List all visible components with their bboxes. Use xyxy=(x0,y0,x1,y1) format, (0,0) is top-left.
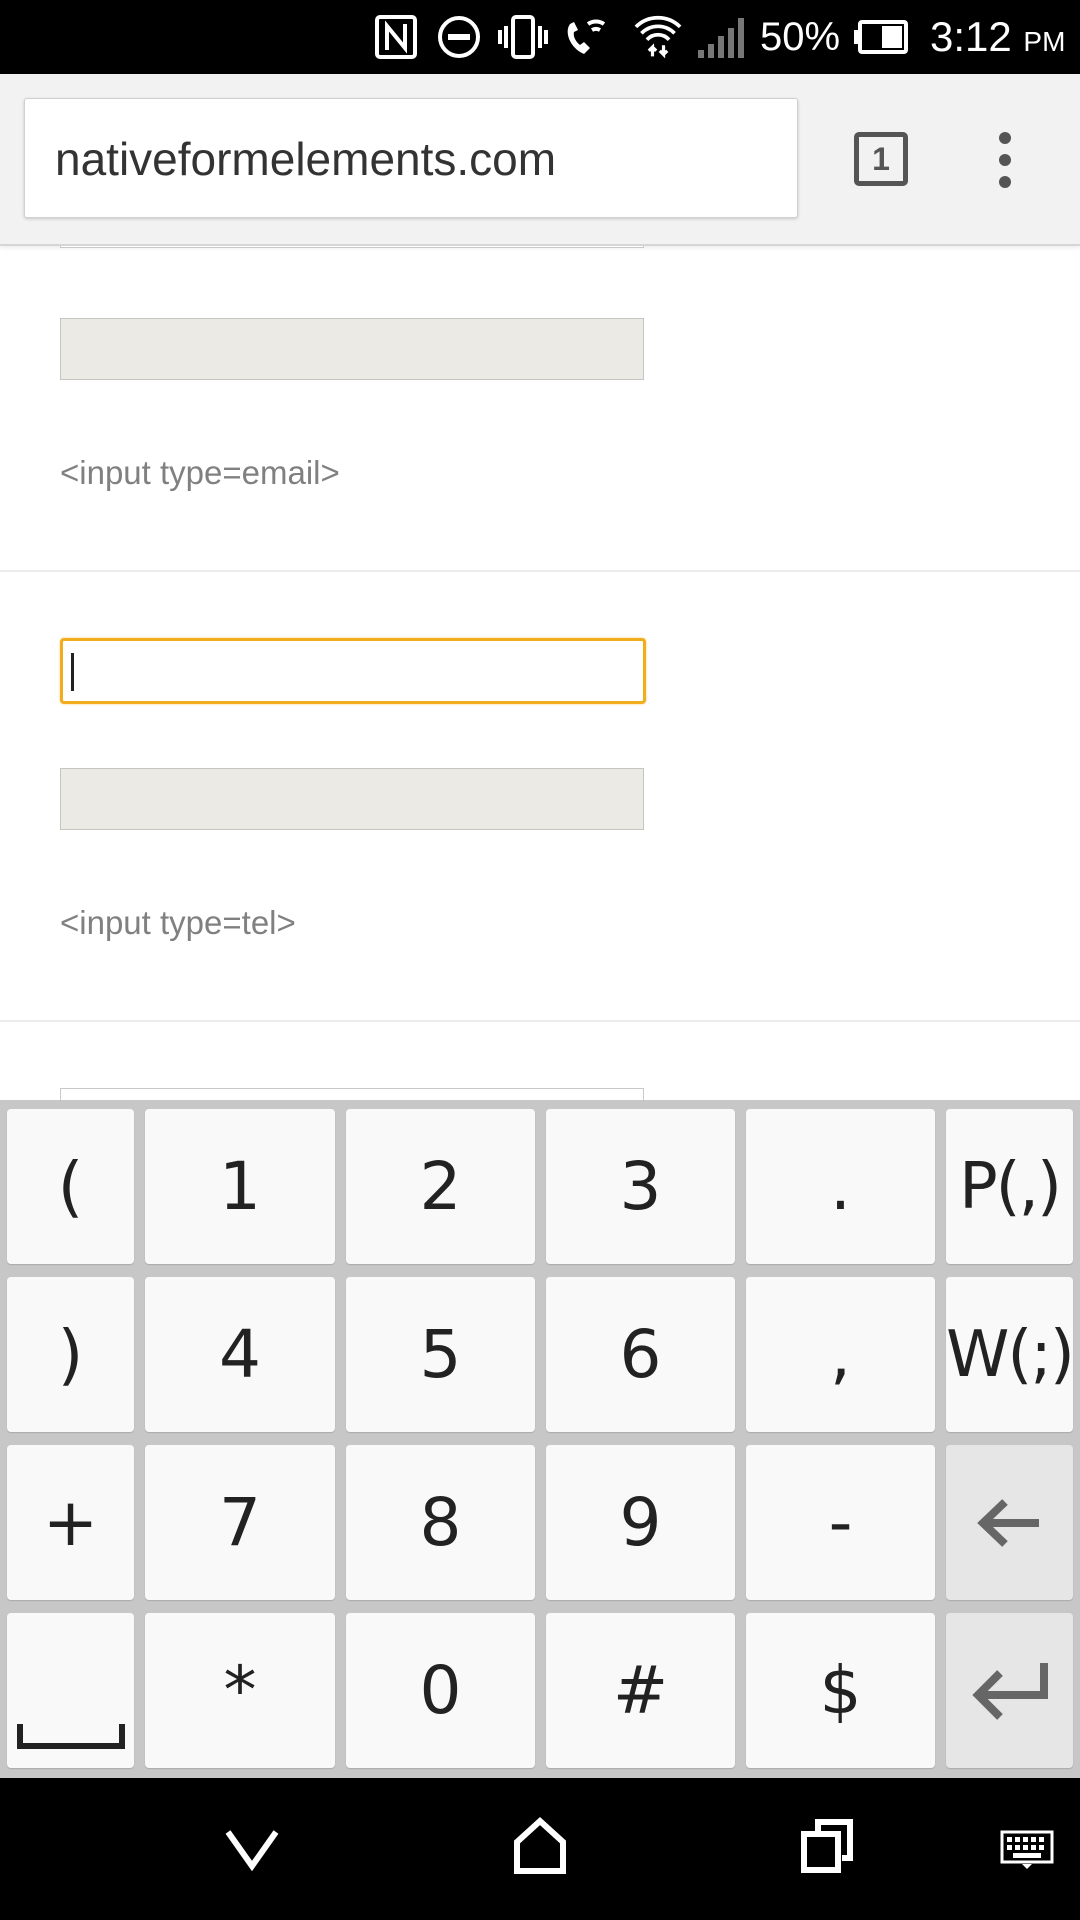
page-content: <input type=email> <input type=tel> xyxy=(0,246,1080,1100)
clock: 3:12 PM xyxy=(930,12,1065,67)
tel-type-label: <input type=tel> xyxy=(60,904,296,941)
battery-icon xyxy=(854,20,908,54)
clock-suffix: PM xyxy=(1023,26,1066,57)
key-6[interactable]: 6 xyxy=(546,1277,735,1432)
tab-switcher-button[interactable]: 1 xyxy=(854,132,908,186)
key-0[interactable]: 0 xyxy=(346,1613,535,1768)
key-minus[interactable]: - xyxy=(746,1445,935,1600)
key-9[interactable]: 9 xyxy=(546,1445,735,1600)
home-icon[interactable] xyxy=(512,1816,568,1876)
wifi-icon xyxy=(634,15,682,59)
backspace-icon xyxy=(976,1498,1039,1547)
nfc-icon xyxy=(375,15,417,59)
text-caret xyxy=(71,653,74,691)
key-4[interactable]: 4 xyxy=(145,1277,335,1432)
signal-icon xyxy=(698,18,744,58)
key-asterisk[interactable]: * xyxy=(145,1613,335,1768)
email-input-previous[interactable] xyxy=(60,246,644,248)
section-divider xyxy=(0,1020,1080,1022)
space-icon xyxy=(16,1723,125,1749)
status-bar: 50% 3:12 PM xyxy=(0,0,1080,74)
email-input-disabled xyxy=(60,318,644,380)
recents-icon[interactable] xyxy=(800,1816,856,1876)
do-not-disturb-icon xyxy=(438,16,480,58)
key-pause[interactable]: P(,) xyxy=(946,1109,1073,1264)
enter-icon xyxy=(971,1662,1048,1720)
tel-input-disabled xyxy=(60,768,644,830)
key-2[interactable]: 2 xyxy=(346,1109,535,1264)
key-wait[interactable]: W(;) xyxy=(946,1277,1075,1432)
key-7[interactable]: 7 xyxy=(145,1445,335,1600)
key-close-paren[interactable]: ) xyxy=(7,1277,134,1432)
next-input[interactable] xyxy=(60,1088,644,1100)
key-enter[interactable] xyxy=(946,1613,1073,1768)
url-text: nativeformelements.com xyxy=(55,133,557,185)
url-bar[interactable]: nativeformelements.com xyxy=(24,98,798,218)
tab-count: 1 xyxy=(872,141,890,177)
wifi-calling-icon xyxy=(567,19,606,54)
numeric-keyboard: ( 1 2 3 . P(,) ) 4 5 6 , W(;) + 7 8 9 - … xyxy=(0,1100,1080,1778)
key-period[interactable]: . xyxy=(746,1109,935,1264)
clock-time: 3:12 xyxy=(930,13,1012,60)
key-plus[interactable]: + xyxy=(7,1445,134,1600)
email-type-label: <input type=email> xyxy=(60,454,340,491)
battery-percent: 50% xyxy=(760,15,841,59)
navigation-bar xyxy=(0,1778,1080,1920)
key-space[interactable] xyxy=(7,1613,134,1768)
key-backspace[interactable] xyxy=(946,1445,1073,1600)
keyboard-icon[interactable] xyxy=(1000,1830,1054,1870)
section-divider xyxy=(0,570,1080,572)
key-comma[interactable]: , xyxy=(746,1277,935,1432)
key-1[interactable]: 1 xyxy=(145,1109,335,1264)
tel-input[interactable] xyxy=(60,638,646,704)
overflow-menu-icon[interactable] xyxy=(990,130,1020,190)
key-open-paren[interactable]: ( xyxy=(7,1109,134,1264)
key-dollar[interactable]: $ xyxy=(746,1613,935,1768)
key-8[interactable]: 8 xyxy=(346,1445,535,1600)
key-5[interactable]: 5 xyxy=(346,1277,535,1432)
browser-toolbar: nativeformelements.com 1 xyxy=(0,74,1080,246)
key-3[interactable]: 3 xyxy=(546,1109,735,1264)
vibrate-icon xyxy=(498,15,548,59)
back-chevron-icon[interactable] xyxy=(222,1824,282,1874)
key-hash[interactable]: # xyxy=(546,1613,735,1768)
